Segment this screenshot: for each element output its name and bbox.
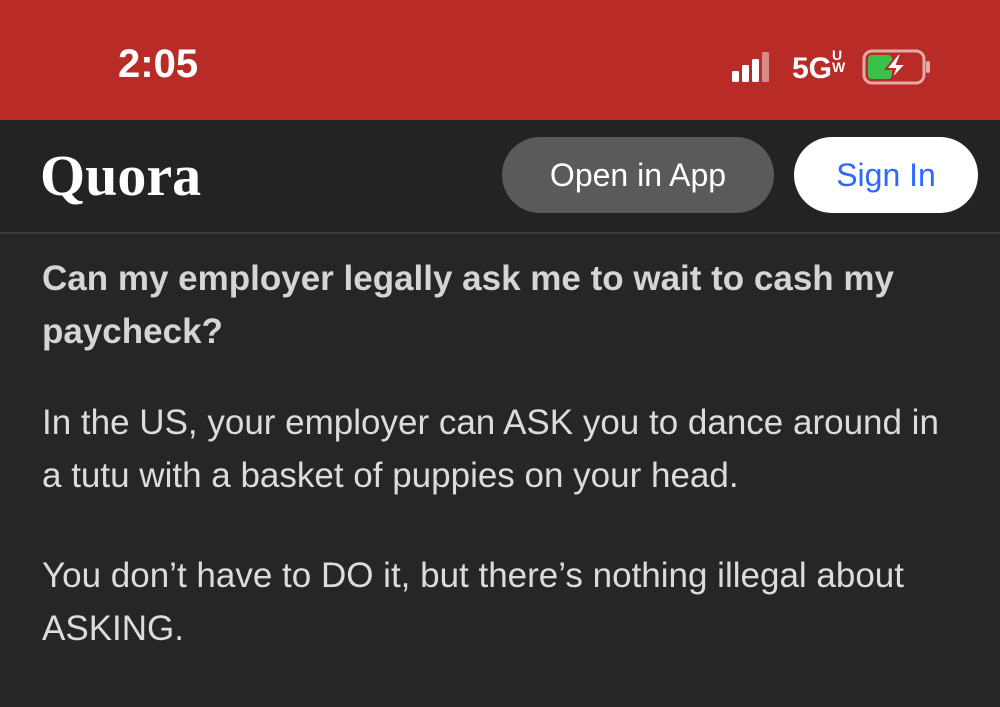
battery-charging-icon [862, 49, 930, 85]
status-time: 2:05 [118, 42, 199, 86]
cellular-signal-icon [732, 52, 769, 82]
status-bar: 2:05 5GUW [0, 0, 1000, 120]
sign-in-button[interactable]: Sign In [794, 137, 978, 213]
network-label: 5G [792, 52, 833, 85]
network-indicator: 5GUW [792, 47, 846, 86]
answer-content: Can my employer legally ask me to wait t… [42, 234, 962, 655]
answer-paragraph: In the US, your employer can ASK you to … [42, 403, 939, 495]
quora-logo[interactable]: Quora [40, 142, 201, 209]
network-suffix: UW [832, 47, 846, 75]
answer-paragraph: You don’t have to DO it, but there’s not… [42, 556, 904, 648]
question-title[interactable]: Can my employer legally ask me to wait t… [42, 252, 962, 358]
site-header: Quora Open in App Sign In [0, 120, 1000, 234]
open-in-app-button[interactable]: Open in App [502, 137, 774, 213]
